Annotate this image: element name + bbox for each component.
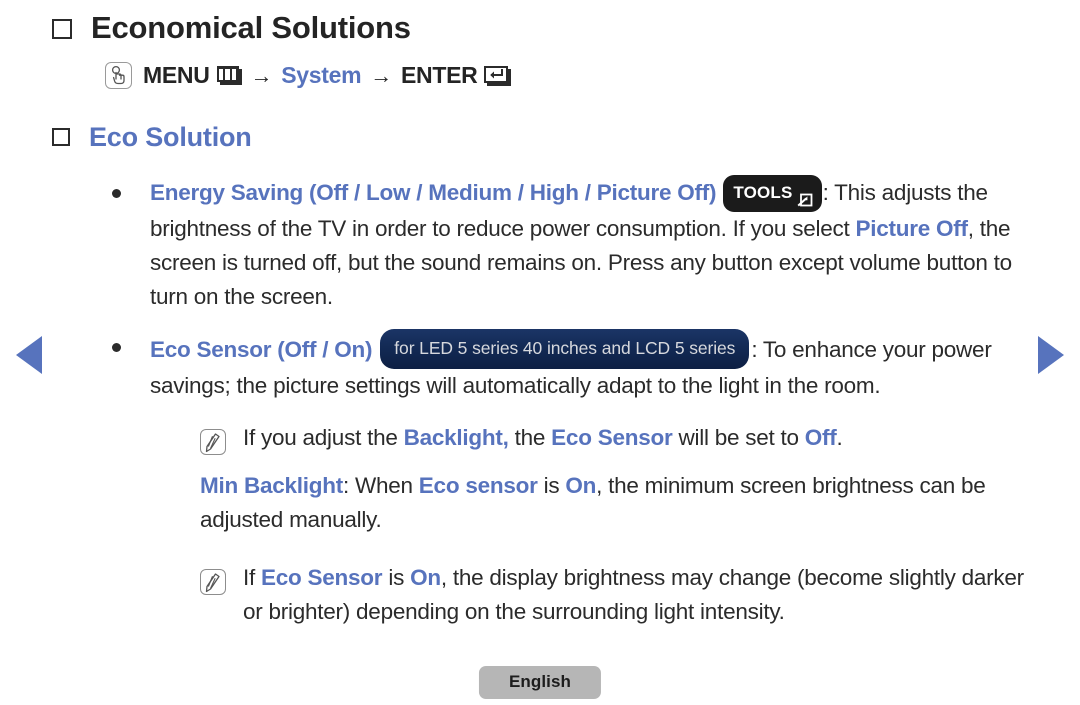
note-1-part-1: If you adjust the: [243, 425, 404, 450]
picture-off-highlight: Picture Off: [855, 216, 968, 241]
page-content: Economical Solutions MENU → System → ENT…: [0, 0, 1080, 629]
path-arrow-1: →: [250, 62, 273, 88]
tools-badge: TOOLS: [723, 175, 822, 212]
page-title-row: Economical Solutions: [52, 8, 1030, 48]
model-applicability-badge: for LED 5 series 40 inches and LCD 5 ser…: [380, 329, 750, 369]
energy-saving-paragraph: Energy Saving (Off / Low / Medium / High…: [150, 175, 1030, 314]
list-item: Eco Sensor (Off / On) for LED 5 series 4…: [112, 329, 1030, 403]
list-item: Energy Saving (Off / Low / Medium / High…: [112, 175, 1030, 314]
menu-path-breadcrumb: MENU → System → ENTER: [105, 62, 1030, 89]
bullet-dot-icon: [112, 189, 121, 198]
enter-key-icon: [484, 65, 512, 86]
note-row: If Eco Sensor is On, the display brightn…: [200, 561, 1030, 629]
note-2-part-2: is: [382, 565, 411, 590]
on-highlight: On: [410, 565, 441, 590]
menu-label: MENU: [143, 62, 210, 88]
note-text: If Eco Sensor is On, the display brightn…: [243, 561, 1030, 629]
note-pencil-icon: [200, 429, 226, 455]
eco-sensor-highlight: Eco Sensor: [551, 425, 673, 450]
manual-page: Economical Solutions MENU → System → ENT…: [0, 0, 1080, 705]
backlight-highlight: Backlight,: [403, 425, 509, 450]
eco-sensor-highlight: Eco sensor: [418, 473, 538, 498]
bullet-dot-icon: [112, 343, 121, 352]
min-backlight-paragraph: Min Backlight: When Eco sensor is On, th…: [200, 469, 1030, 537]
page-title: Economical Solutions: [91, 10, 411, 45]
eco-sensor-highlight: Eco Sensor: [261, 565, 383, 590]
note-pencil-icon: [200, 569, 226, 595]
on-highlight: On: [565, 473, 597, 498]
min-backlight-part-1: : When: [343, 473, 419, 498]
eco-sensor-term: Eco Sensor (Off / On): [150, 337, 373, 362]
note-text: If you adjust the Backlight, the Eco Sen…: [243, 421, 843, 455]
note-1-part-3: will be set to: [672, 425, 805, 450]
path-item-system[interactable]: System: [281, 62, 361, 89]
min-backlight-part-2: is: [537, 473, 566, 498]
section-title: Eco Solution: [89, 122, 252, 152]
language-button[interactable]: English: [478, 666, 602, 699]
enter-label: ENTER: [400, 62, 478, 88]
eco-sensor-paragraph: Eco Sensor (Off / On) for LED 5 series 4…: [150, 329, 1030, 403]
checkbox-square-icon: [52, 128, 70, 146]
off-highlight: Off: [804, 425, 837, 450]
section-title-row: Eco Solution: [52, 119, 1030, 155]
path-arrow-2: →: [370, 62, 392, 88]
note-1-part-4: .: [836, 425, 843, 450]
min-backlight-term: Min Backlight: [200, 473, 344, 498]
tools-arrow-icon: [797, 186, 813, 206]
hand-press-icon: [105, 62, 132, 89]
energy-saving-term: Energy Saving (Off / Low / Medium / High…: [150, 180, 717, 205]
note-1-part-2: the: [508, 425, 552, 450]
note-2-part-1: If: [243, 565, 262, 590]
note-row: If you adjust the Backlight, the Eco Sen…: [200, 421, 1030, 455]
checkbox-square-icon: [52, 19, 72, 39]
menu-grid-icon: [216, 66, 242, 85]
tools-badge-label: TOOLS: [733, 183, 793, 202]
